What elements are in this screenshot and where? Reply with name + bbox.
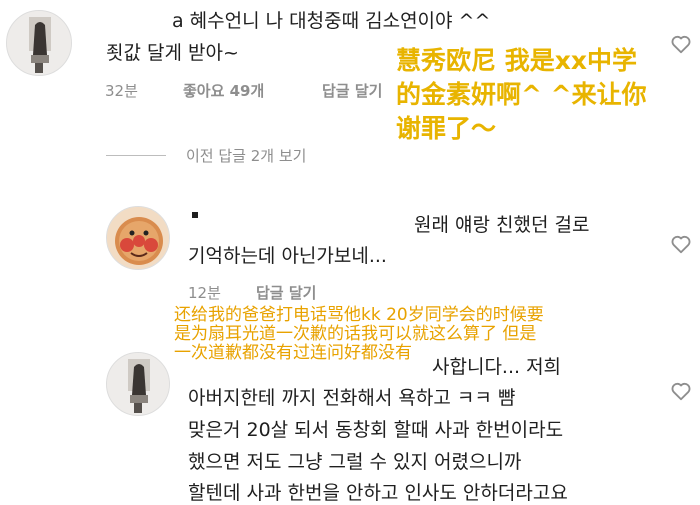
comment-time: 12분	[188, 284, 221, 302]
avatar[interactable]	[6, 10, 72, 76]
comment-text: 맞은거 20살 되서 동창회 할때 사과 한번이라도	[188, 419, 564, 441]
comment-text: 원래 얘랑 친했던 걸로	[414, 214, 590, 236]
overlay-line: 是为扇耳光道一次歉的话我可以就这么算了 但是	[174, 324, 537, 344]
overlay-line: 谢罪了～	[396, 114, 497, 143]
overlay-line: 的金素妍啊^ ^来让你	[396, 80, 647, 109]
reply-button[interactable]: 답글 달기	[322, 80, 382, 101]
comment-text: 아버지한테 까지 전화해서 욕하고 ㅋㅋ 뺨	[188, 387, 516, 409]
comment-text: 사합니다... 저희	[432, 356, 562, 378]
divider	[106, 155, 166, 156]
like-count[interactable]: 좋아요 49개	[183, 80, 264, 101]
text-fragment	[192, 212, 198, 218]
user-photo-icon	[107, 353, 169, 415]
reply-button[interactable]: 답글 달기	[256, 282, 316, 303]
comment-text: a 혜수언니 나 대청중때 김소연이야 ^^	[172, 10, 491, 32]
heart-icon[interactable]	[670, 380, 692, 402]
comment-text: 기억하는데 아닌가보네...	[188, 245, 387, 267]
view-previous-replies[interactable]: 이전 답글 2개 보기	[186, 145, 306, 166]
anpanman-avatar-icon	[107, 207, 169, 269]
heart-icon[interactable]	[670, 233, 692, 255]
avatar[interactable]	[106, 206, 170, 270]
comment-time: 32분	[105, 82, 138, 100]
translation-overlay: 慧秀欧尼 我是xx中学 的金素妍啊^ ^来让你 谢罪了～	[396, 44, 647, 146]
overlay-line: 还给我的爸爸打电话骂他kk 20岁同学会的时候要	[174, 305, 544, 325]
user-photo-icon	[7, 11, 71, 75]
comment-text: 했으면 저도 그냥 그럴 수 있지 어렸으니까	[188, 451, 522, 473]
comment-text: 죗값 달게 받아~	[106, 42, 239, 64]
avatar[interactable]	[106, 352, 170, 416]
heart-icon[interactable]	[670, 33, 692, 55]
overlay-line: 慧秀欧尼 我是xx中学	[396, 46, 637, 75]
comment-text: 할텐데 사과 한번을 안하고 인사도 안하더라고요	[188, 482, 568, 504]
